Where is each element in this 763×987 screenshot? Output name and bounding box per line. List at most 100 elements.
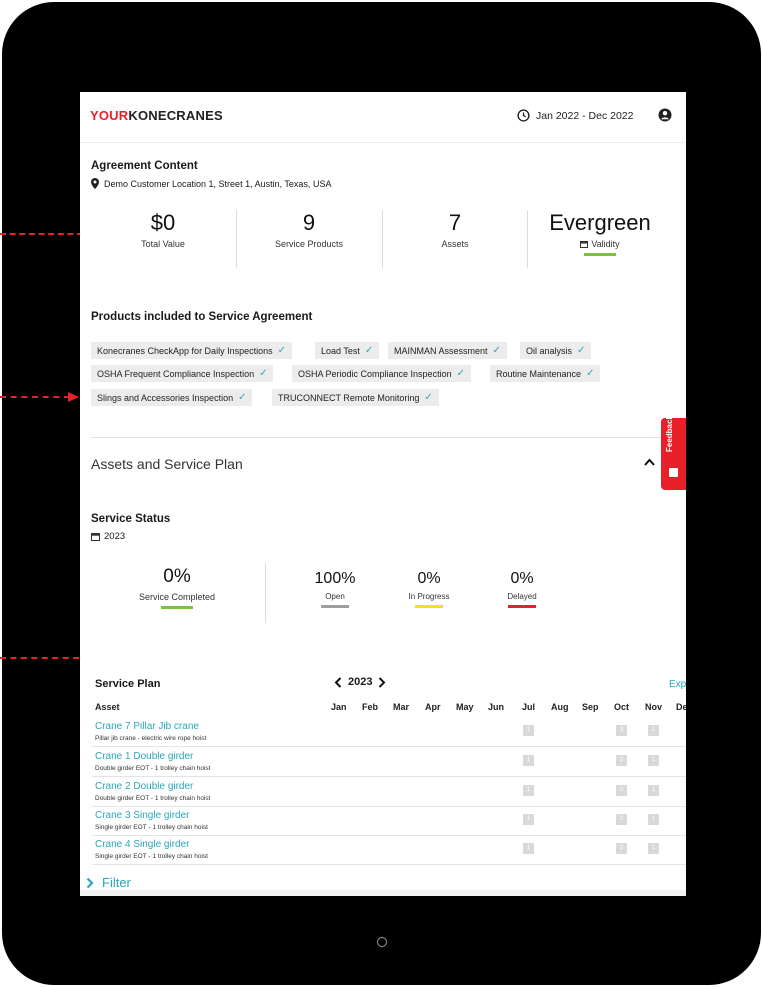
year-label: 2023 <box>104 531 126 542</box>
kpi-validity: Evergreen Validity <box>540 210 660 256</box>
check-icon: ✓ <box>577 345 586 356</box>
product-chip: Slings and Accessories Inspection ✓ <box>91 389 253 406</box>
home-button[interactable] <box>377 937 387 947</box>
product-chip: Load Test ✓ <box>315 342 380 359</box>
product-chip: OSHA Periodic Compliance Inspection ✓ <box>292 365 471 382</box>
asset-description: Pillar jib crane - electric wire rope ho… <box>95 735 207 742</box>
location-text: Demo Customer Location 1, Street 1, Aust… <box>104 178 332 189</box>
plan-cell-nov[interactable]: 1 <box>648 814 659 825</box>
asset-name-link[interactable]: Crane 3 Single girder <box>95 810 190 821</box>
stat-value: 0% <box>510 570 534 587</box>
month-header: Mar <box>393 702 410 712</box>
kpi-label-row: Validity <box>540 239 660 249</box>
table-row: Crane 1 Double girder Double girder EOT … <box>92 747 686 777</box>
agreement-title: Agreement Content <box>91 160 198 172</box>
products-title: Products included to Service Agreement <box>91 311 313 323</box>
kpi-value: 9 <box>302 210 316 235</box>
asset-name-link[interactable]: Crane 4 Single girder <box>95 839 190 850</box>
assets-section-title[interactable]: Assets and Service Plan <box>91 456 243 472</box>
kpi-divider <box>527 210 528 268</box>
service-status-year: 2023 <box>91 531 125 542</box>
asset-column-header: Asset <box>95 702 120 712</box>
plan-cell-nov[interactable]: 1 <box>648 843 659 854</box>
annotation-arrowhead-products <box>68 392 79 402</box>
plan-cell-jul[interactable]: 1 <box>523 814 534 825</box>
service-completed-stat: 0% Service Completed <box>122 566 232 609</box>
service-status-title: Service Status <box>91 513 171 525</box>
kpi-value: $0 <box>150 210 176 235</box>
plan-cell-oct[interactable]: 2 <box>616 785 627 796</box>
kpi-label: Total Value <box>141 239 185 249</box>
chevron-right-icon[interactable] <box>378 676 386 688</box>
plan-cell-jul[interactable]: 1 <box>523 843 534 854</box>
service-plan-year-selector: 2023 <box>334 676 386 688</box>
asset-description: Single girder EOT - 1 trolley chain hois… <box>95 853 208 860</box>
user-account-icon[interactable] <box>658 108 672 122</box>
kpi-divider <box>236 210 237 268</box>
table-row: Crane 3 Single girder Single girder EOT … <box>92 806 686 836</box>
check-icon: ✓ <box>586 368 595 379</box>
month-header: May <box>456 702 474 712</box>
stat-label: Delayed <box>507 592 537 601</box>
check-icon: ✓ <box>364 345 374 356</box>
date-range-label: Jan 2022 - Dec 2022 <box>536 109 634 122</box>
stat-bar <box>508 605 536 608</box>
asset-description: Double girder EOT - 1 trolley chain hois… <box>95 765 211 772</box>
plan-cell-jul[interactable]: 1 <box>523 785 534 796</box>
kpi-service-products: 9 Service Products <box>259 210 359 249</box>
stat-label: In Progress <box>408 592 450 601</box>
product-chip: Oil analysis ✓ <box>520 342 592 359</box>
plan-cell-nov[interactable]: 1 <box>648 755 659 766</box>
check-icon: ✓ <box>456 368 465 379</box>
chevron-up-icon[interactable] <box>644 458 655 467</box>
stat-open: 100% Open <box>300 570 370 608</box>
month-header: Apr <box>425 702 441 712</box>
stat-bar <box>161 606 193 609</box>
export-link[interactable]: Exp <box>669 679 686 690</box>
app-screen: YOURKONECRANES Jan 2022 - Dec 2022 Agree… <box>80 92 686 896</box>
plan-cell-nov[interactable]: 1 <box>648 785 659 796</box>
kpi-label: Assets <box>441 239 469 249</box>
month-header: De <box>676 702 686 712</box>
plan-cell-jul[interactable]: 1 <box>523 755 534 766</box>
stat-bar <box>321 605 349 608</box>
check-icon: ✓ <box>492 345 501 356</box>
kpi-divider <box>382 210 383 268</box>
feedback-icon <box>669 468 678 477</box>
kpi-value: Evergreen <box>549 210 651 235</box>
clock-icon <box>517 109 530 122</box>
filter-label: Filter <box>102 875 131 890</box>
stat-delayed: 0% Delayed <box>487 570 557 608</box>
month-header: Oct <box>614 702 630 712</box>
stat-in-progress: 0% In Progress <box>394 570 464 608</box>
calendar-icon <box>580 241 589 248</box>
plan-cell-oct[interactable]: 2 <box>616 843 627 854</box>
product-chip: MAINMAN Assessment ✓ <box>388 342 507 359</box>
asset-name-link[interactable]: Crane 1 Double girder <box>95 751 193 762</box>
date-range-selector[interactable]: Jan 2022 - Dec 2022 <box>517 109 633 122</box>
stat-value: 100% <box>314 570 356 587</box>
month-header: Aug <box>551 702 569 712</box>
plan-cell-oct[interactable]: 2 <box>616 755 627 766</box>
kpi-total-value: $0 Total Value <box>118 210 208 249</box>
asset-name-link[interactable]: Crane 2 Double girder <box>95 781 193 792</box>
plan-cell-nov[interactable]: 1 <box>648 725 659 736</box>
month-header: Nov <box>645 702 663 712</box>
chevron-left-icon[interactable] <box>334 676 342 688</box>
plan-cell-jul[interactable]: 1 <box>523 725 534 736</box>
table-row: Crane 2 Double girder Double girder EOT … <box>92 777 686 807</box>
feedback-button[interactable]: Feedback <box>661 415 686 490</box>
table-row: Crane 7 Pillar Jib crane Pillar jib cran… <box>92 717 686 747</box>
plan-cell-oct[interactable]: 3 <box>616 725 627 736</box>
validity-status-bar <box>584 253 616 256</box>
logo[interactable]: YOURKONECRANES <box>90 108 223 123</box>
asset-name-link[interactable]: Crane 7 Pillar Jib crane <box>95 721 199 732</box>
check-icon: ✓ <box>277 345 286 356</box>
product-chip: Konecranes CheckApp for Daily Inspection… <box>91 342 292 359</box>
product-chip: Routine Maintenance ✓ <box>490 365 601 382</box>
plan-cell-oct[interactable]: 2 <box>616 814 627 825</box>
month-header: Jan <box>331 702 347 712</box>
check-icon: ✓ <box>238 392 247 403</box>
filter-toggle[interactable]: Filter <box>86 875 131 890</box>
top-bar: YOURKONECRANES Jan 2022 - Dec 2022 <box>80 92 686 143</box>
